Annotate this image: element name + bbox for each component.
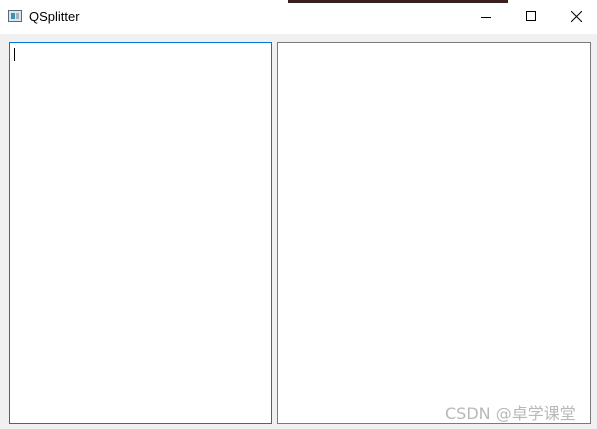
close-icon [571,11,582,22]
maximize-button[interactable] [508,0,554,34]
left-text-edit[interactable] [9,42,272,424]
right-text-edit[interactable] [277,42,591,424]
text-cursor [14,48,15,61]
close-button[interactable] [553,0,597,34]
csdn-watermark: CSDN @卓学课堂 [445,404,576,423]
app-window-icon[interactable] [8,10,22,22]
splitter-client-area [0,34,597,429]
minimize-button[interactable] [463,0,509,34]
app-window: QSplitter CSDN @卓学课堂 [0,0,597,429]
title-bar[interactable]: QSplitter [0,0,597,34]
window-title: QSplitter [29,9,80,24]
